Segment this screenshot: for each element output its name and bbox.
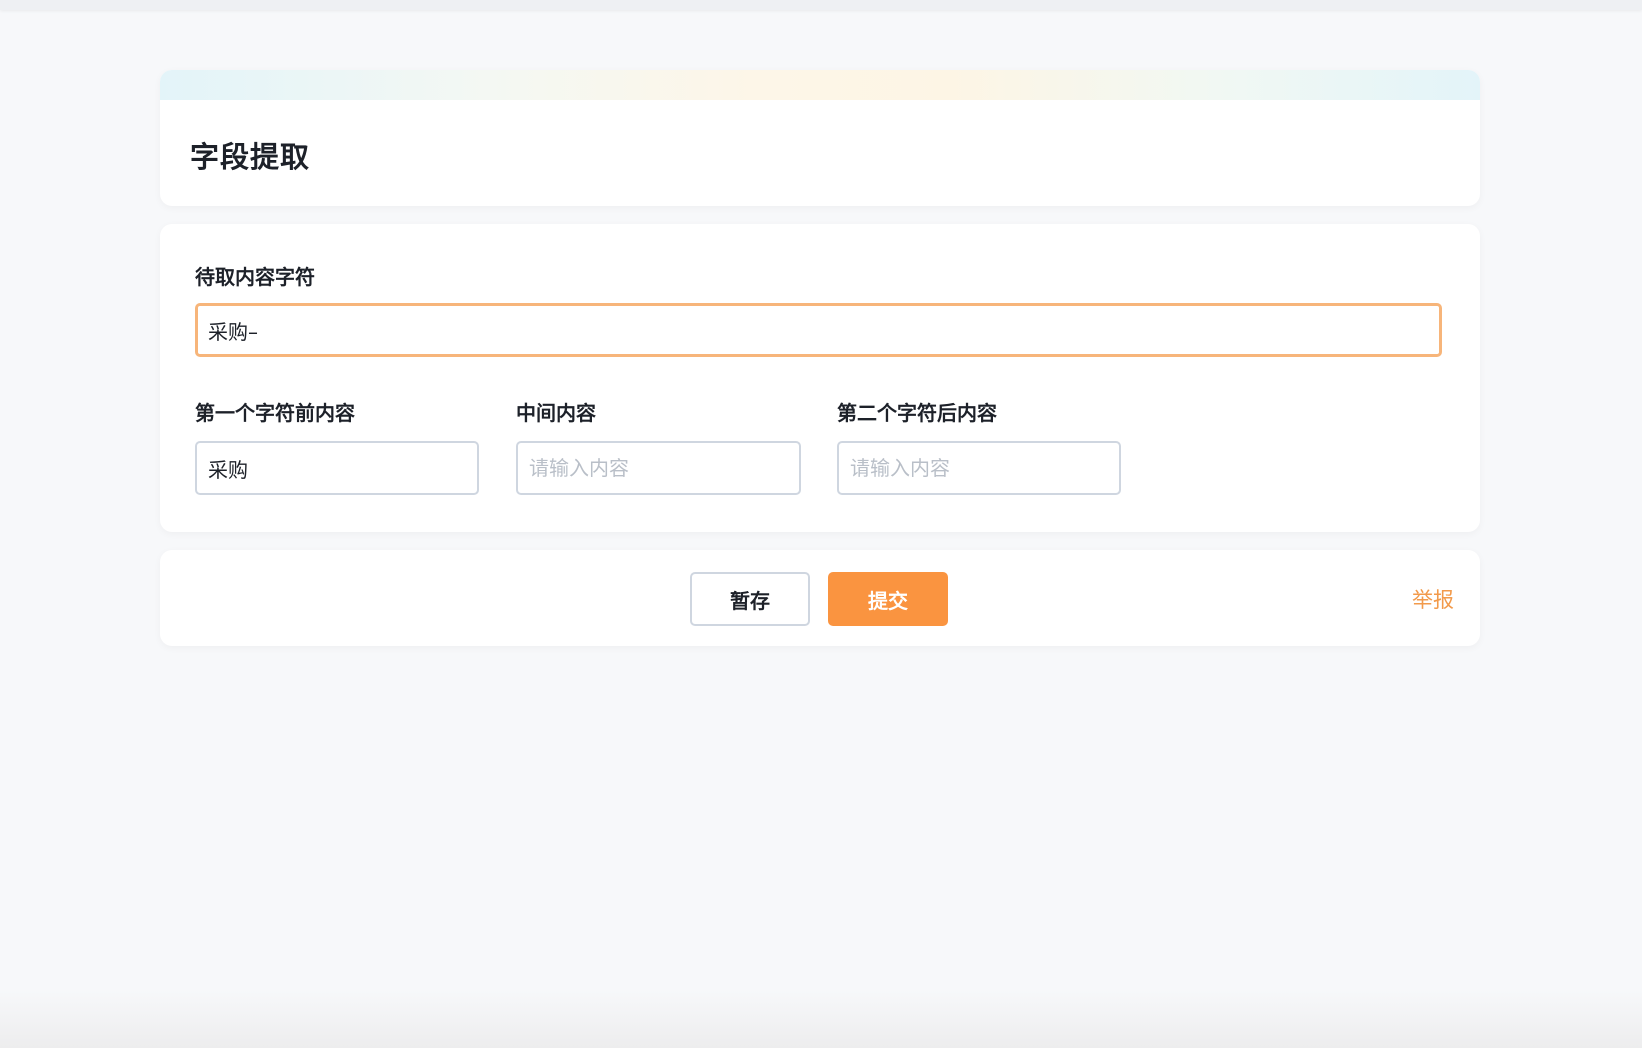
after-field-label: 第二个字符后内容 bbox=[837, 401, 997, 425]
header-card: 字段提取 bbox=[160, 70, 1480, 206]
form-card: 待取内容字符 第一个字符前内容 中间内容 第二个字符后内容 bbox=[160, 224, 1480, 532]
footer-card: 暂存 提交 举报 bbox=[160, 550, 1480, 646]
save-draft-button[interactable]: 暂存 bbox=[690, 572, 810, 626]
source-text-input[interactable] bbox=[195, 303, 1442, 357]
report-link[interactable]: 举报 bbox=[1412, 584, 1454, 614]
middle-content-input[interactable] bbox=[516, 441, 801, 495]
bottom-fade bbox=[0, 990, 1642, 1048]
before-content-input[interactable] bbox=[195, 441, 479, 495]
after-content-input[interactable] bbox=[837, 441, 1121, 495]
middle-field-label: 中间内容 bbox=[516, 401, 596, 425]
page-title: 字段提取 bbox=[190, 140, 311, 174]
source-field-label: 待取内容字符 bbox=[195, 265, 315, 289]
top-bar bbox=[0, 0, 1642, 10]
header-gradient-strip bbox=[160, 70, 1480, 100]
submit-button[interactable]: 提交 bbox=[828, 572, 948, 626]
before-field-label: 第一个字符前内容 bbox=[195, 401, 355, 425]
